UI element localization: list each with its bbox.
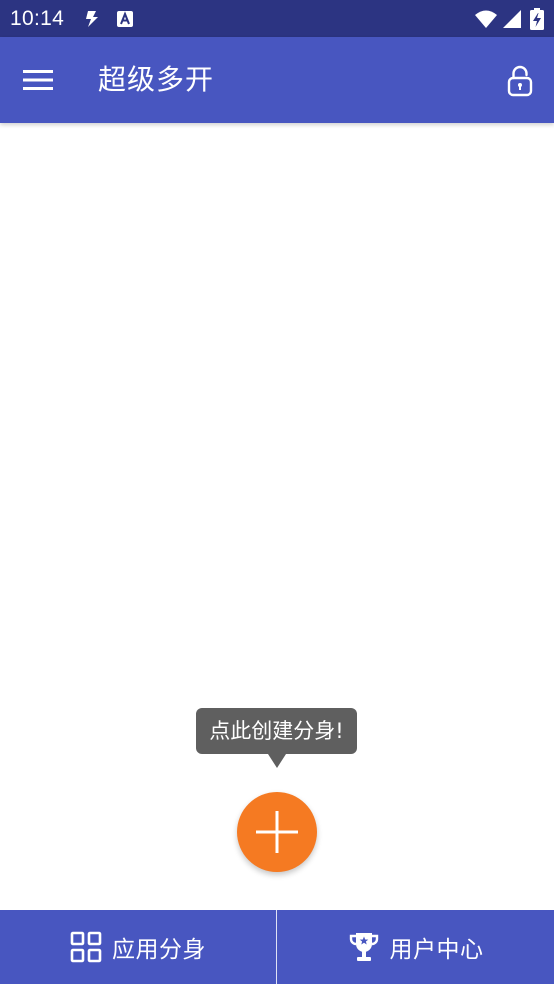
add-clone-button[interactable] (237, 792, 317, 872)
unlock-icon (507, 65, 533, 97)
hamburger-menu-icon (23, 69, 53, 91)
tab-user-center[interactable]: 用户中心 (277, 910, 554, 984)
lock-button[interactable] (494, 55, 546, 107)
bottom-nav: 应用分身 用户中心 (0, 910, 554, 984)
cellular-signal-icon (502, 0, 522, 37)
grid-apps-icon (70, 931, 102, 963)
wifi-icon (474, 0, 498, 37)
tab-app-clones[interactable]: 应用分身 (0, 910, 276, 984)
status-time: 10:14 (10, 7, 65, 30)
status-bar: 10:14 (0, 0, 554, 37)
create-clone-tooltip: 点此创建分身! (196, 708, 357, 754)
tab-app-clones-label: 应用分身 (112, 937, 206, 963)
tooltip-arrow (268, 754, 286, 768)
app-bar: 超级多开 (0, 37, 554, 123)
tab-user-center-label: 用户中心 (389, 937, 484, 963)
plus-icon (256, 811, 298, 853)
notification-s-icon (83, 0, 101, 37)
app-title: 超级多开 (98, 63, 215, 96)
menu-button[interactable] (10, 51, 66, 109)
notification-a-icon (116, 0, 134, 37)
battery-charging-icon (530, 0, 544, 37)
trophy-icon (348, 931, 380, 963)
